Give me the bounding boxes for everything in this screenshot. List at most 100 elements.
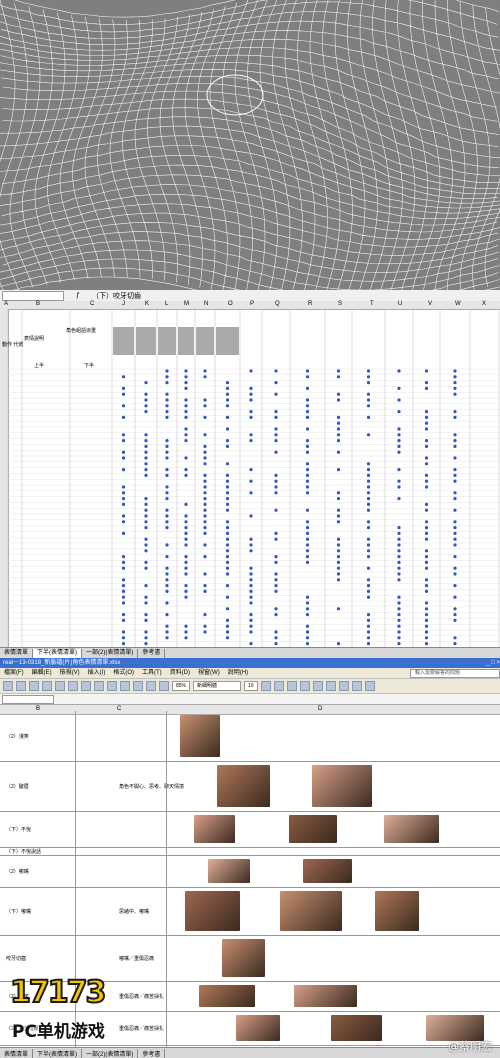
row-label[interactable]: 咬牙切齒 — [6, 955, 26, 962]
col-x[interactable]: X — [482, 301, 486, 307]
print-icon[interactable] — [42, 681, 52, 691]
col-c[interactable]: C — [90, 301, 94, 307]
mark-dot — [424, 473, 429, 477]
mark-dot — [424, 526, 429, 530]
formula-text[interactable]: （下）咬牙切齒 — [92, 291, 141, 301]
mark-dot — [144, 381, 148, 385]
italic-icon[interactable] — [273, 681, 284, 691]
mark-dot — [249, 468, 253, 472]
tab-2[interactable]: 一部(2)(表情清單) — [82, 648, 139, 658]
mark-dot — [144, 520, 148, 524]
col-v[interactable]: V — [428, 301, 432, 307]
menu-data[interactable]: 資料(D) — [166, 668, 194, 678]
row-desc[interactable]: 嘟嘴／重傷忍痛 — [119, 955, 154, 962]
mark-dot — [225, 618, 230, 622]
align-right-icon[interactable] — [325, 681, 336, 691]
tab2-0[interactable]: 表情清單 — [0, 1048, 34, 1058]
help-search-input[interactable]: 輸入需要解答的問題 — [410, 669, 500, 678]
sort-icon[interactable] — [146, 681, 156, 691]
col-a[interactable]: A — [4, 301, 8, 307]
tab2-1[interactable]: 下半(表情清單) — [33, 1048, 83, 1058]
tab2-3[interactable]: 參考書 — [138, 1048, 166, 1058]
row-label[interactable]: （下）不悅說話 — [6, 848, 41, 855]
row-desc[interactable]: 角色不開心、思考、聊天情境 — [119, 783, 184, 790]
fill-color-icon[interactable] — [351, 681, 362, 691]
menu-insert[interactable]: 插入(I) — [84, 668, 110, 678]
new-icon[interactable] — [3, 681, 13, 691]
col-p[interactable]: P — [250, 301, 254, 307]
mark-dot — [203, 369, 207, 373]
mark-dot — [336, 555, 341, 559]
font-size-select[interactable]: 10 — [244, 681, 258, 691]
redo-icon[interactable] — [120, 681, 130, 691]
mark-dot — [144, 398, 148, 402]
mark-dot — [366, 589, 371, 593]
col-j[interactable]: J — [122, 301, 125, 307]
undo-icon[interactable] — [107, 681, 117, 691]
menu-view[interactable]: 檢視(V) — [56, 668, 84, 678]
tab-0[interactable]: 表情清單 — [0, 648, 34, 658]
mark-dot — [453, 537, 457, 541]
menu-format[interactable]: 格式(O) — [109, 668, 138, 678]
mark-dot — [184, 520, 188, 524]
col-b[interactable]: B — [36, 301, 40, 307]
name-box-2[interactable] — [2, 694, 54, 704]
mark-dot — [305, 531, 310, 535]
mark-dot — [203, 572, 207, 576]
cut-icon[interactable] — [68, 681, 78, 691]
paste-icon[interactable] — [94, 681, 104, 691]
menu-edit[interactable]: 編輯(E) — [28, 668, 56, 678]
copy-icon[interactable] — [81, 681, 91, 691]
col-w[interactable]: W — [455, 301, 461, 307]
mark-dot — [397, 410, 401, 414]
open-icon[interactable] — [16, 681, 26, 691]
chart-icon[interactable] — [159, 681, 169, 691]
align-center-icon[interactable] — [312, 681, 323, 691]
row-label[interactable]: （2）皺眉 — [6, 783, 29, 790]
mark-dot — [144, 549, 148, 553]
window-controls[interactable]: _ □ × — [486, 658, 500, 668]
mark-dot — [397, 439, 401, 443]
save-icon[interactable] — [29, 681, 39, 691]
col-o[interactable]: O — [228, 301, 233, 307]
col-n[interactable]: N — [204, 301, 208, 307]
mark-dot — [424, 560, 429, 564]
row-label[interactable]: （2）嘟嘴 — [6, 868, 29, 875]
name-box[interactable] — [2, 290, 64, 301]
menu-file[interactable]: 檔案(F) — [0, 668, 28, 678]
row-desc[interactable]: 思緒中、嘟嘴 — [119, 908, 149, 915]
col-r[interactable]: R — [308, 301, 312, 307]
row-label[interactable]: （下）嘟嘴 — [6, 908, 31, 915]
col-u[interactable]: U — [398, 301, 402, 307]
col-k[interactable]: K — [145, 301, 149, 307]
mark-dot — [274, 433, 278, 437]
mark-dot — [366, 578, 371, 582]
sum-icon[interactable] — [133, 681, 143, 691]
menu-window[interactable]: 視窗(W) — [194, 668, 224, 678]
tab-3[interactable]: 參考書 — [138, 648, 166, 658]
tab2-2[interactable]: 一部(2)(表情清單) — [82, 1048, 139, 1058]
formula-bar-2 — [0, 694, 500, 705]
mark-dot — [366, 479, 371, 483]
row-label[interactable]: （2）淺笑 — [6, 733, 29, 740]
row-label[interactable]: （下）不悅 — [6, 826, 31, 833]
col-l[interactable]: L — [165, 301, 168, 307]
col-m[interactable]: M — [184, 301, 189, 307]
col-q[interactable]: Q — [275, 301, 280, 307]
align-left-icon[interactable] — [299, 681, 310, 691]
tab-1[interactable]: 下半(表情清單) — [33, 648, 83, 658]
mark-dot — [397, 560, 401, 564]
menu-help[interactable]: 說明(H) — [224, 668, 252, 678]
col-s[interactable]: S — [338, 301, 342, 307]
menu-tools[interactable]: 工具(T) — [138, 668, 166, 678]
bold-icon[interactable] — [260, 681, 271, 691]
merge-icon[interactable] — [338, 681, 349, 691]
col-t[interactable]: T — [370, 301, 374, 307]
zoom-select[interactable]: 85% — [172, 681, 191, 691]
font-color-icon[interactable] — [364, 681, 375, 691]
preview-icon[interactable] — [55, 681, 65, 691]
mark-dot — [249, 386, 253, 390]
underline-icon[interactable] — [286, 681, 297, 691]
font-select[interactable]: 新細明體 — [193, 681, 242, 691]
mark-dot — [203, 444, 207, 448]
